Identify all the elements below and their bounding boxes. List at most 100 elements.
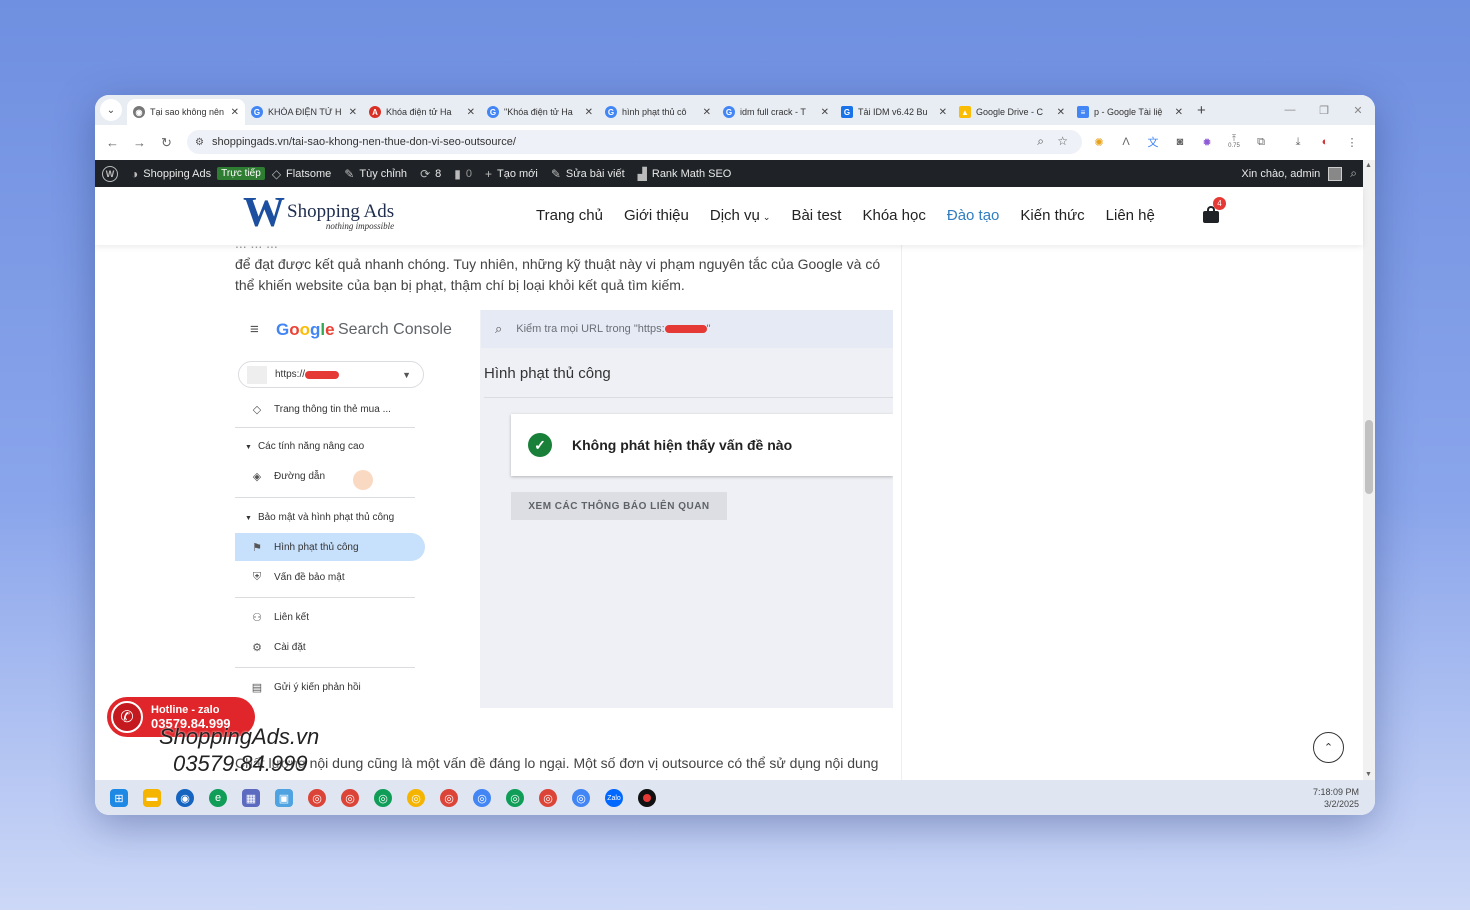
taskbar-clock[interactable]: 7:18:09 PM 3/2/2025	[1313, 786, 1359, 810]
tab-7[interactable]: ▲ Google Drive - C ✕	[953, 99, 1071, 125]
wp-rankmath-link[interactable]: ▟ Rank Math SEO	[638, 167, 732, 181]
wp-new-link[interactable]: + Tạo mới	[485, 167, 538, 181]
live-badge: Trực tiếp	[217, 167, 265, 180]
chrome-icon[interactable]: ◎	[308, 789, 326, 807]
page-scrollbar[interactable]: ▲ ▼	[1363, 160, 1375, 780]
wp-theme-link[interactable]: ◇ Flatsome	[272, 167, 331, 181]
nav-contact[interactable]: Liên hệ	[1106, 207, 1155, 224]
site-info-icon[interactable]: ⚙	[195, 137, 204, 148]
restore-icon[interactable]: ❐	[1307, 104, 1341, 117]
gsc-section-advanced: ▼ Các tính năng nâng cao	[245, 441, 364, 452]
translate-icon[interactable]: 文	[1144, 133, 1162, 151]
redaction-mark	[305, 370, 340, 379]
close-icon[interactable]: ✕	[349, 107, 357, 118]
start-icon[interactable]: ⊞	[110, 789, 128, 807]
zoom-icon[interactable]: ⌕	[1037, 134, 1044, 149]
extension-icon[interactable]: Λ	[1117, 133, 1135, 151]
chrome-icon[interactable]: ◎	[407, 789, 425, 807]
tab-0[interactable]: ◉ Tại sao không nên ✕	[127, 99, 245, 125]
site-logo[interactable]: W Shopping Ads nothing impossible	[243, 192, 395, 234]
search-icon[interactable]: ⌕	[1350, 166, 1357, 181]
close-icon[interactable]: ✕	[1175, 107, 1183, 118]
url-bar[interactable]: ⚙ shoppingads.vn/tai-sao-khong-nen-thue-…	[187, 130, 1082, 154]
wp-customize-link[interactable]: ✎ Tùy chỉnh	[344, 167, 407, 181]
new-tab-icon[interactable]: +	[1197, 102, 1206, 119]
nav-knowledge[interactable]: Kiến thức	[1020, 207, 1084, 224]
chrome-icon[interactable]: ◎	[473, 789, 491, 807]
wp-greeting[interactable]: Xin chào, admin	[1241, 168, 1320, 180]
chrome-icon[interactable]: ◎	[539, 789, 557, 807]
folder-icon[interactable]: ▬	[143, 789, 161, 807]
app-icon[interactable]: ▣	[275, 789, 293, 807]
close-icon[interactable]: ✕	[467, 107, 475, 118]
chrome-icon[interactable]: ◎	[440, 789, 458, 807]
pencil-icon: ✎	[550, 166, 561, 181]
wp-updates-link[interactable]: ⟳ 8	[420, 167, 441, 181]
taskbar: ⊞ ▬ ◉ e ▦ ▣ ◎ ◎ ◎ ◎ ◎ ◎ ◎ ◎ ◎ Zalo 7:18:…	[95, 780, 1375, 815]
back-icon[interactable]: ←	[99, 135, 126, 150]
logo-name: Shopping Ads	[287, 201, 395, 222]
wp-site-link[interactable]: ◑ Shopping Ads Trực tiếp	[131, 167, 265, 181]
download-icon[interactable]: ⤓	[1289, 133, 1307, 151]
avatar[interactable]	[1328, 166, 1343, 181]
nav-training[interactable]: Đào tạo	[947, 207, 1000, 224]
chevron-up-icon: ⌃	[1323, 742, 1334, 754]
tag-icon: ◇	[252, 404, 262, 416]
nav-home[interactable]: Trang chủ	[536, 207, 603, 224]
tab-4[interactable]: G hình phạt thủ cô ✕	[599, 99, 717, 125]
zalo-icon[interactable]: Zalo	[605, 789, 623, 807]
app-icon[interactable]: ◉	[176, 789, 194, 807]
close-icon[interactable]: ✕	[821, 107, 829, 118]
gsc-item-label: Gửi ý kiến phản hồi	[274, 682, 361, 693]
camera-icon[interactable]: ◙	[1171, 133, 1189, 151]
calculator-icon[interactable]: ▦	[242, 789, 260, 807]
wp-edit-link[interactable]: ✎ Sửa bài viết	[551, 167, 625, 181]
speed-icon[interactable]: ⤒ 0.75	[1225, 133, 1243, 151]
close-icon[interactable]: ✕	[231, 107, 239, 118]
close-window-icon[interactable]: ✕	[1341, 104, 1375, 117]
tab-search-button[interactable]: ⌄	[100, 99, 122, 121]
brush-icon: ✎	[344, 166, 355, 181]
chrome-icon[interactable]: ◎	[506, 789, 524, 807]
scroll-down-icon[interactable]: ▼	[1365, 771, 1372, 778]
close-icon[interactable]: ✕	[939, 107, 947, 118]
tab-2[interactable]: A Khóa điện tử Ha ✕	[363, 99, 481, 125]
site-header: W Shopping Ads nothing impossible Trang …	[95, 187, 1363, 245]
back-to-top-button[interactable]: ⌃	[1313, 732, 1344, 763]
nav-about[interactable]: Giới thiệu	[624, 207, 689, 224]
redaction-mark	[664, 325, 707, 333]
tab-3[interactable]: G "Khóa điện tử Ha ✕	[481, 99, 599, 125]
wordpress-icon[interactable]: W	[102, 165, 118, 182]
chrome-icon[interactable]: ◎	[341, 789, 359, 807]
menu-dots-icon[interactable]: ⋮	[1343, 133, 1361, 151]
profile-icon[interactable]: ◐	[1316, 133, 1334, 151]
record-icon[interactable]	[638, 789, 656, 807]
forward-icon[interactable]: →	[126, 135, 153, 150]
close-icon[interactable]: ✕	[585, 107, 593, 118]
tab-6[interactable]: G Tải IDM v6.42 Bu ✕	[835, 99, 953, 125]
scrollbar-thumb[interactable]	[1365, 420, 1373, 494]
reload-icon[interactable]: ↻	[153, 135, 180, 151]
wp-edit-label: Sửa bài viết	[565, 167, 625, 180]
wp-comments-link[interactable]: ▮ 0	[454, 167, 472, 181]
globe-icon: ◉	[133, 106, 145, 118]
scroll-up-icon[interactable]: ▲	[1365, 162, 1372, 169]
extension-icon[interactable]: ✺	[1090, 133, 1108, 151]
edge-icon[interactable]: e	[209, 789, 227, 807]
tab-8[interactable]: ≡ p - Google Tài liệ ✕	[1071, 99, 1189, 125]
puzzle-icon[interactable]: ⧉	[1252, 133, 1270, 151]
cart-icon[interactable]: 4	[1202, 197, 1226, 223]
nav-test[interactable]: Bài test	[791, 207, 841, 224]
nav-services[interactable]: Dịch vụ ⌄	[710, 207, 771, 224]
close-icon[interactable]: ✕	[1057, 107, 1065, 118]
minimize-icon[interactable]: —	[1273, 104, 1307, 116]
tab-1[interactable]: G KHÓA ĐIỆN TỬ H ✕	[245, 99, 363, 125]
url-text[interactable]: shoppingads.vn/tai-sao-khong-nen-thue-do…	[212, 136, 516, 148]
nav-courses[interactable]: Khóa học	[862, 207, 925, 224]
chrome-icon[interactable]: ◎	[374, 789, 392, 807]
tab-5[interactable]: G idm full crack - T ✕	[717, 99, 835, 125]
bookmark-star-icon[interactable]: ☆	[1057, 134, 1068, 148]
extension-icon[interactable]: ✹	[1198, 133, 1216, 151]
chrome-icon[interactable]: ◎	[572, 789, 590, 807]
close-icon[interactable]: ✕	[703, 107, 711, 118]
